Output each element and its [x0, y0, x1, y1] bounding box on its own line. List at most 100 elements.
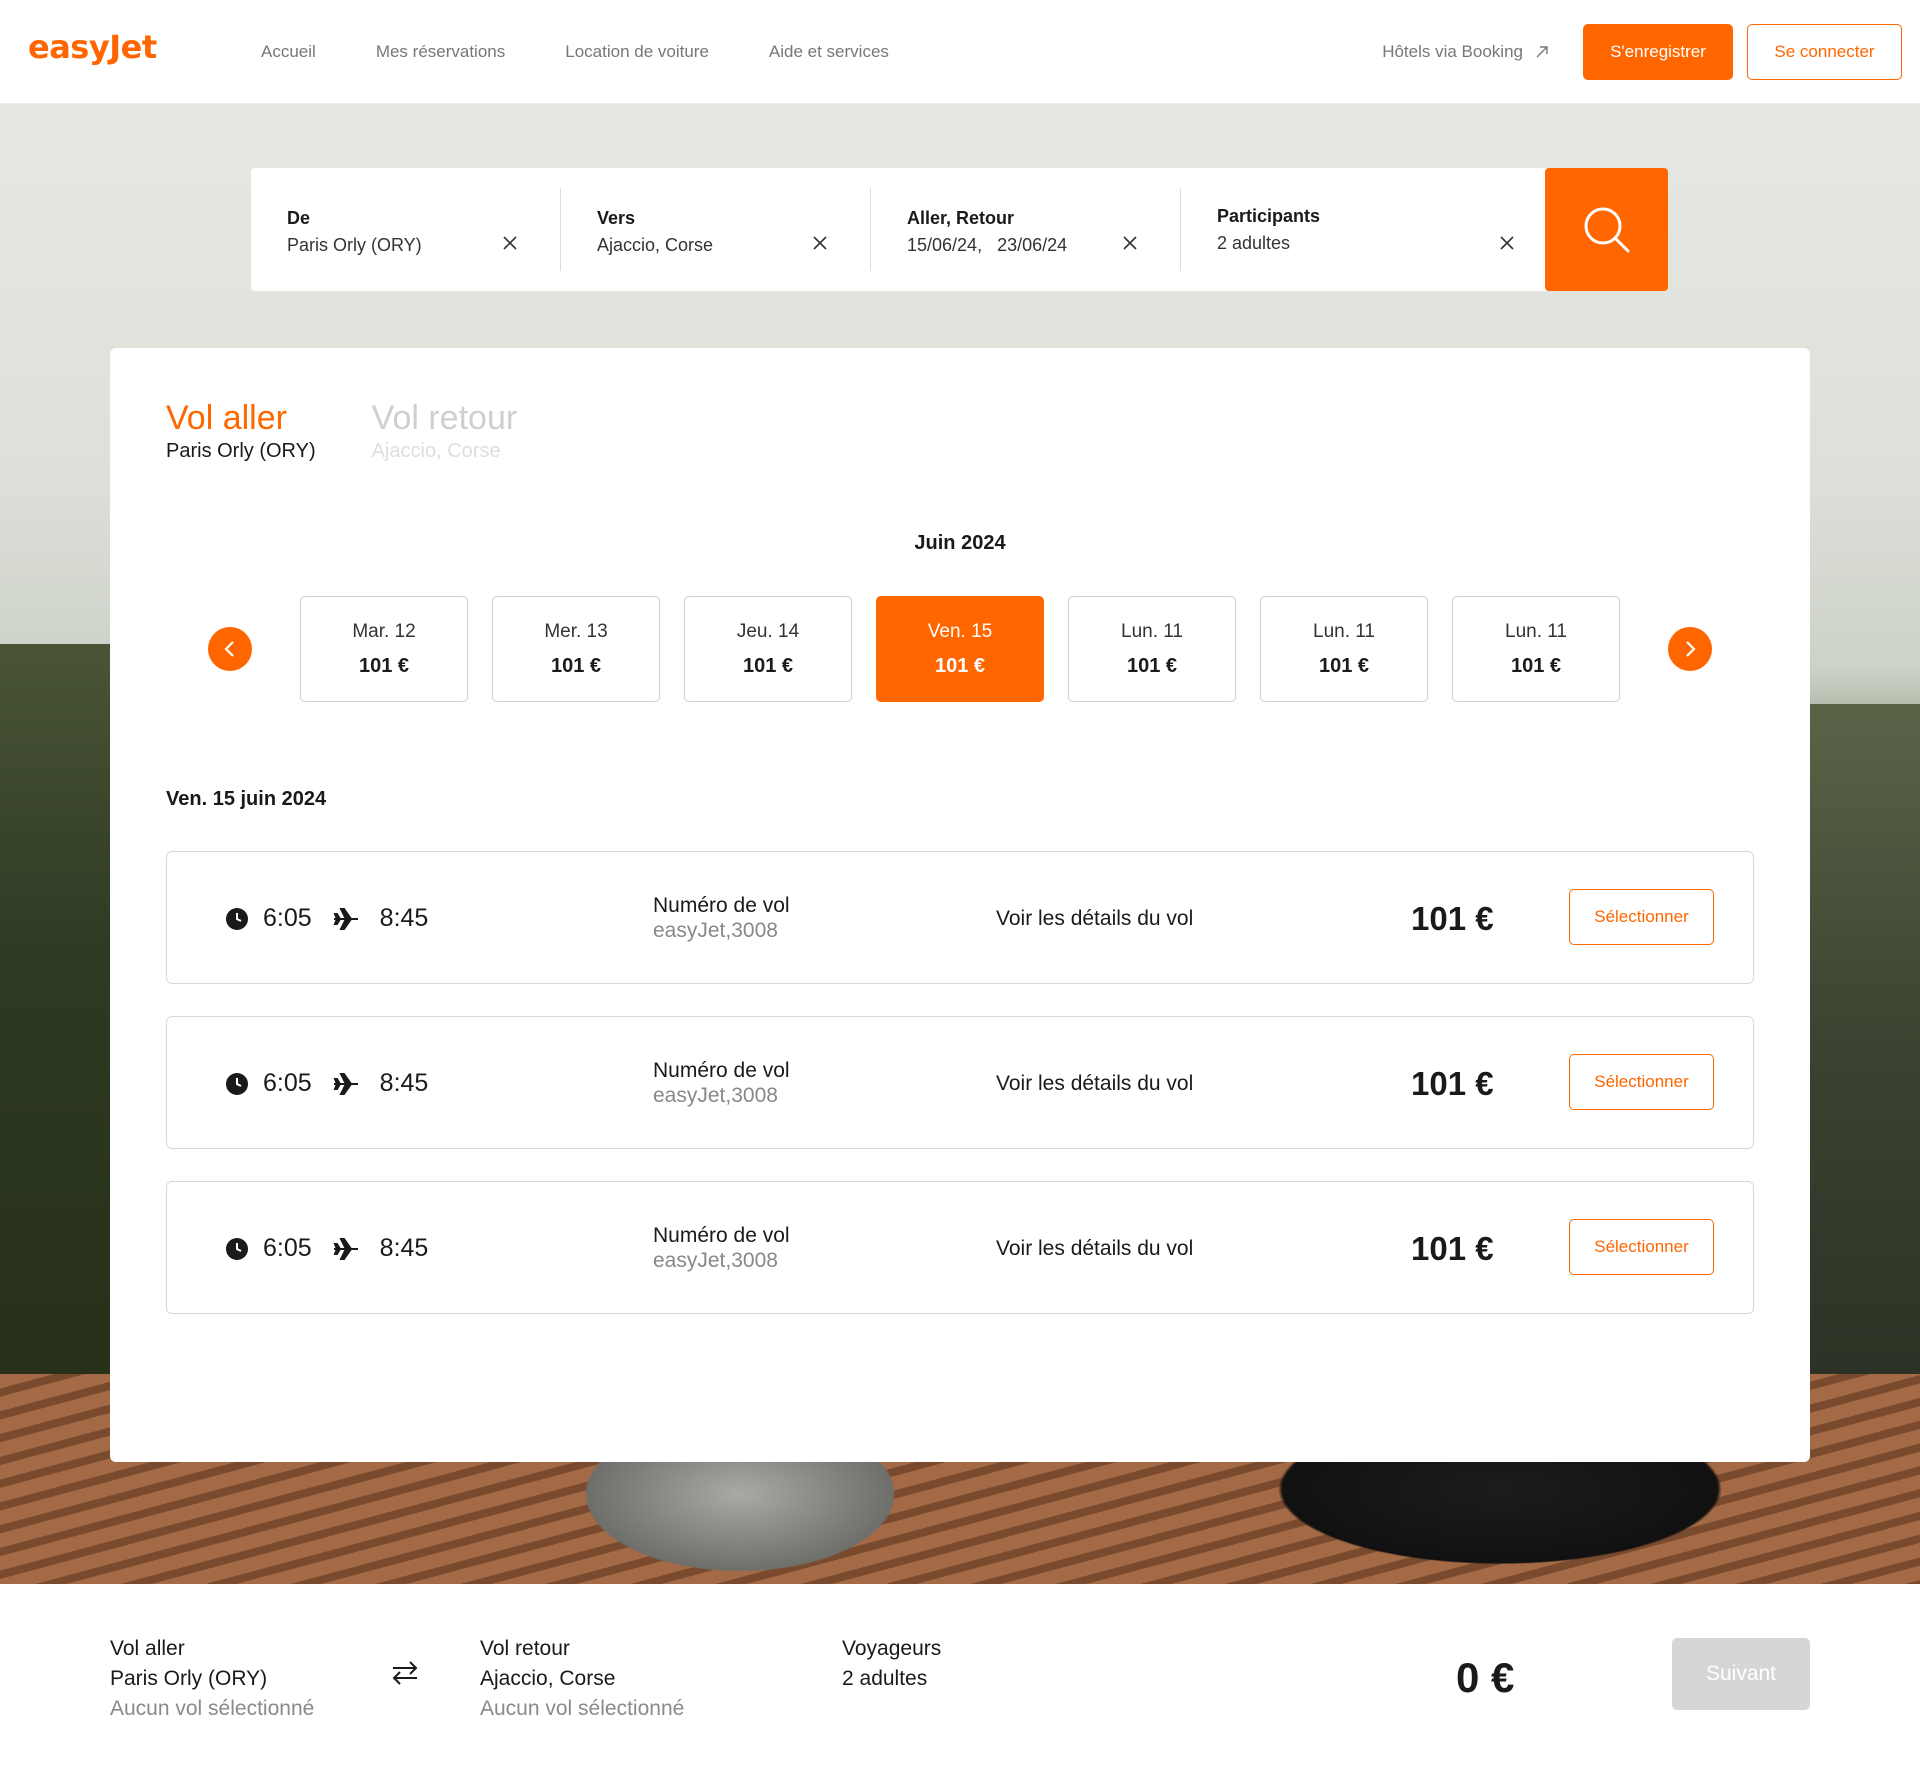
date-option[interactable]: Mar. 12 101 €: [300, 596, 468, 702]
date-option[interactable]: Lun. 11 101 €: [1452, 596, 1620, 702]
clock-icon: [226, 1237, 248, 1260]
date-option-selected[interactable]: Ven. 15 101 €: [876, 596, 1044, 702]
flight-details-link[interactable]: Voir les détails du vol: [996, 1017, 1193, 1150]
calendar-month: Juin 2024: [914, 532, 1006, 554]
participants-value: 2 adultes: [1217, 233, 1291, 253]
flight-number-value: easyJet,3008: [653, 919, 778, 942]
departure-time: 6:05: [263, 1234, 312, 1262]
arrival-time: 8:45: [379, 1234, 429, 1262]
flight-number-label: Numéro de vol: [653, 1224, 790, 1247]
departure-time: 6:05: [263, 1069, 312, 1097]
flight-number-label: Numéro de vol: [653, 894, 790, 917]
date-price: 101 €: [1318, 654, 1370, 677]
flight-number-label: Numéro de vol: [653, 1059, 790, 1082]
close-icon[interactable]: [1500, 236, 1514, 250]
summary-return-place: Ajaccio, Corse: [480, 1667, 616, 1690]
next-button[interactable]: Suivant: [1672, 1638, 1810, 1710]
flight-price: 101 €: [1411, 1064, 1494, 1102]
flight-details-link[interactable]: Voir les détails du vol: [996, 852, 1193, 985]
date-label: Lun. 11: [1505, 620, 1567, 642]
summary-outbound-status: Aucun vol sélectionné: [110, 1697, 315, 1720]
to-field[interactable]: Vers Ajaccio, Corse: [561, 168, 871, 291]
login-button[interactable]: Se connecter: [1747, 24, 1902, 80]
date-price: 101 €: [550, 654, 602, 677]
close-icon[interactable]: [1123, 236, 1137, 250]
date-label: Lun. 11: [1121, 620, 1183, 642]
departure-time: 6:05: [263, 904, 312, 932]
summary-travellers-title: Voyageurs: [842, 1637, 942, 1660]
date-label: Mar. 12: [352, 620, 416, 642]
external-link-icon: [1536, 46, 1548, 58]
date-option[interactable]: Lun. 11 101 €: [1260, 596, 1428, 702]
tab-subtitle: Paris Orly (ORY): [166, 440, 316, 462]
date-price: 101 €: [1126, 654, 1178, 677]
to-value: Ajaccio, Corse: [597, 235, 714, 255]
swap-icon[interactable]: [390, 1658, 420, 1688]
date-option[interactable]: Mer. 13 101 €: [492, 596, 660, 702]
main-nav: Accueil Mes réservations Location de voi…: [261, 0, 949, 104]
date-option[interactable]: Lun. 11 101 €: [1068, 596, 1236, 702]
easyjet-logo[interactable]: easyJet: [28, 28, 157, 66]
arrival-time: 8:45: [379, 904, 429, 932]
search-button[interactable]: [1545, 168, 1668, 291]
top-header: easyJet Accueil Mes réservations Locatio…: [0, 0, 1920, 104]
dates-label: Aller, Retour: [907, 208, 1015, 228]
header-actions: Hôtels via Booking S'enregistrer Se conn…: [1382, 24, 1902, 80]
hotels-booking-link[interactable]: Hôtels via Booking: [1382, 42, 1549, 62]
prev-dates-button[interactable]: [208, 627, 252, 671]
flight-row: 6:05 8:45 Numéro de vol easyJet,3008 Voi…: [166, 1016, 1754, 1149]
tab-subtitle: Ajaccio, Corse: [371, 440, 501, 462]
summary-outbound: Vol aller Paris Orly (ORY) Aucun vol sél…: [110, 1634, 314, 1724]
flight-row: 6:05 8:45 Numéro de vol easyJet,3008 Voi…: [166, 851, 1754, 984]
booking-summary-bar: Vol aller Paris Orly (ORY) Aucun vol sél…: [0, 1584, 1920, 1771]
date-label: Lun. 11: [1313, 620, 1375, 642]
clock-icon: [226, 1072, 248, 1095]
select-flight-button[interactable]: Sélectionner: [1569, 1219, 1714, 1275]
plane-icon: [333, 907, 358, 930]
summary-return-title: Vol retour: [480, 1637, 570, 1660]
nav-item-location-voiture[interactable]: Location de voiture: [565, 42, 709, 62]
register-button[interactable]: S'enregistrer: [1583, 24, 1733, 80]
flight-number: Numéro de vol easyJet,3008: [653, 1059, 790, 1108]
total-price: 0 €: [1456, 1654, 1515, 1701]
nav-item-accueil[interactable]: Accueil: [261, 42, 316, 62]
dates-field[interactable]: Aller, Retour 15/06/24, 23/06/24: [871, 168, 1181, 291]
participants-label: Participants: [1217, 206, 1321, 226]
flight-selection-card: Vol aller Paris Orly (ORY) Vol retour Aj…: [110, 348, 1810, 1462]
flight-search-bar: De Paris Orly (ORY) Vers Ajaccio, Corse …: [251, 168, 1668, 291]
summary-outbound-place: Paris Orly (ORY): [110, 1667, 268, 1690]
flight-row: 6:05 8:45 Numéro de vol easyJet,3008 Voi…: [166, 1181, 1754, 1314]
clock-icon: [226, 907, 248, 930]
tab-vol-retour[interactable]: Vol retour Ajaccio, Corse: [372, 398, 518, 463]
summary-return: Vol retour Ajaccio, Corse Aucun vol séle…: [480, 1634, 684, 1724]
chevron-left-icon: [224, 641, 234, 657]
chevron-right-icon: [1686, 641, 1696, 657]
flight-number: Numéro de vol easyJet,3008: [653, 1224, 790, 1273]
date-option[interactable]: Jeu. 14 101 €: [684, 596, 852, 702]
flight-times: 6:05 8:45: [225, 852, 428, 985]
date-label: Mer. 13: [544, 620, 608, 642]
flight-price: 101 €: [1411, 1229, 1494, 1267]
hotels-link-label: Hôtels via Booking: [1382, 42, 1523, 61]
participants-field[interactable]: Participants 2 adultes: [1181, 168, 1568, 291]
close-icon[interactable]: [503, 236, 517, 250]
direction-tabs: Vol aller Paris Orly (ORY) Vol retour Aj…: [166, 398, 573, 463]
date-strip: Mar. 12 101 € Mer. 13 101 € Jeu. 14 101 …: [300, 596, 1644, 702]
flight-details-link[interactable]: Voir les détails du vol: [996, 1182, 1193, 1315]
flight-number: Numéro de vol easyJet,3008: [653, 894, 790, 943]
dates-value: 15/06/24, 23/06/24: [907, 235, 1068, 255]
from-field[interactable]: De Paris Orly (ORY): [251, 168, 561, 291]
close-icon[interactable]: [813, 236, 827, 250]
tab-vol-aller[interactable]: Vol aller Paris Orly (ORY): [166, 398, 316, 463]
select-flight-button[interactable]: Sélectionner: [1569, 889, 1714, 945]
select-flight-button[interactable]: Sélectionner: [1569, 1054, 1714, 1110]
date-price: 101 €: [742, 654, 794, 677]
tab-title: Vol aller: [166, 399, 287, 437]
date-price: 101 €: [358, 654, 410, 677]
date-price: 101 €: [934, 654, 986, 677]
nav-item-reservations[interactable]: Mes réservations: [376, 42, 505, 62]
nav-item-aide-services[interactable]: Aide et services: [769, 42, 889, 62]
plane-icon: [333, 1237, 358, 1260]
next-dates-button[interactable]: [1668, 627, 1712, 671]
flight-times: 6:05 8:45: [225, 1182, 428, 1315]
